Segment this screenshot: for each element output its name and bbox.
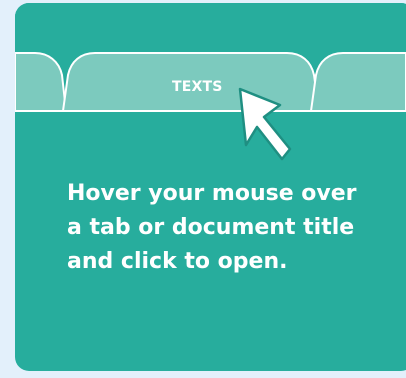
tab-texts-label[interactable]: TEXTS [172,80,223,94]
mouse-pointer-arrow-icon [238,87,292,161]
instruction-text: Hover your mouse over a tab or document … [67,181,357,274]
tab-next[interactable] [309,52,406,112]
instruction-card: TEXTS P Hover your mouse over a tab or d… [15,3,406,371]
tab-strip [15,3,406,115]
